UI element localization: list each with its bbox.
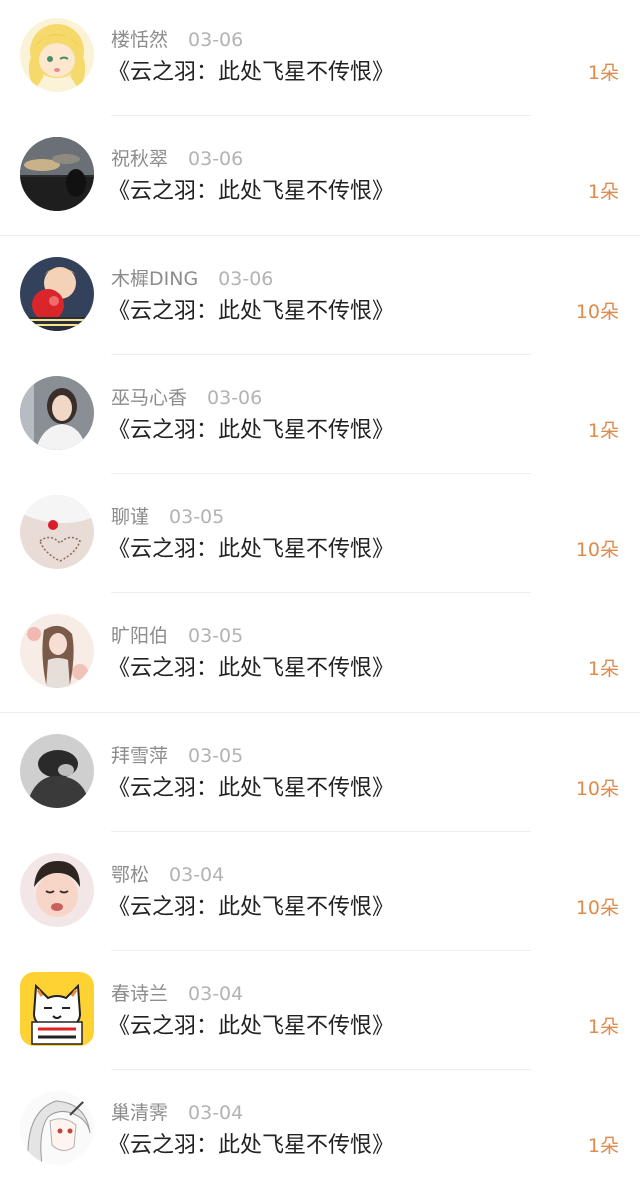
username[interactable]: 楼恬然 xyxy=(111,29,168,51)
username[interactable]: 巫马心香 xyxy=(111,387,187,409)
book-title: 《云之羽：此处飞星不传恨》 xyxy=(108,418,395,443)
divider xyxy=(111,354,531,355)
divider xyxy=(111,592,531,593)
date: 03-05 xyxy=(188,625,244,647)
item-meta: 旷阳伯 03-05 xyxy=(111,623,243,649)
book-title: 《云之羽：此处飞星不传恨》 xyxy=(108,1014,395,1039)
list-item[interactable]: 聊谨 03-05 《云之羽：此处飞星不传恨》 10朵 xyxy=(0,477,640,596)
list-item[interactable]: 拜雪萍 03-05 《云之羽：此处飞星不传恨》 10朵 xyxy=(0,716,640,835)
cat-sticker-avatar[interactable] xyxy=(20,972,94,1046)
anime-girl-avatar[interactable] xyxy=(20,18,94,92)
divider xyxy=(111,950,531,951)
book-title: 《云之羽：此处飞星不传恨》 xyxy=(108,179,395,204)
username[interactable]: 聊谨 xyxy=(111,506,149,528)
date: 03-04 xyxy=(188,983,244,1005)
divider xyxy=(111,473,531,474)
book-title: 《云之羽：此处飞星不传恨》 xyxy=(108,537,395,562)
book-title: 《云之羽：此处飞星不传恨》 xyxy=(108,60,395,85)
item-meta: 祝秋翠 03-06 xyxy=(111,146,243,172)
illustrated-girl-avatar[interactable] xyxy=(20,614,94,688)
date: 03-04 xyxy=(169,864,225,886)
sunset-landscape-avatar[interactable] xyxy=(20,137,94,211)
date: 03-06 xyxy=(188,29,244,51)
divider xyxy=(111,831,531,832)
item-meta: 聊谨 03-05 xyxy=(111,504,224,530)
gift-list: 楼恬然 03-06 《云之羽：此处飞星不传恨》 1朵 祝秋翠 03-06 《云之羽：… xyxy=(0,0,640,1188)
gift-amount: 1朵 xyxy=(587,1135,619,1157)
date: 03-06 xyxy=(188,148,244,170)
divider xyxy=(0,712,640,713)
crying-child-avatar[interactable] xyxy=(20,853,94,927)
date: 03-05 xyxy=(188,745,244,767)
item-meta: 巢清霁 03-04 xyxy=(111,1100,243,1126)
gift-amount: 10朵 xyxy=(575,897,619,919)
date: 03-06 xyxy=(218,268,274,290)
gift-amount: 1朵 xyxy=(587,181,619,203)
list-item[interactable]: 鄂松 03-04 《云之羽：此处飞星不传恨》 10朵 xyxy=(0,835,640,954)
book-title: 《云之羽：此处飞星不传恨》 xyxy=(108,299,395,324)
grayscale-photo-avatar[interactable] xyxy=(20,734,94,808)
book-title: 《云之羽：此处飞星不传恨》 xyxy=(108,895,395,920)
list-item[interactable]: 祝秋翠 03-06 《云之羽：此处飞星不传恨》 1朵 xyxy=(0,119,640,238)
item-meta: 巫马心香 03-06 xyxy=(111,385,262,411)
book-title: 《云之羽：此处飞星不传恨》 xyxy=(108,656,395,681)
date: 03-05 xyxy=(169,506,225,528)
divider xyxy=(111,115,531,116)
item-meta: 木樨DING 03-06 xyxy=(111,266,273,292)
item-meta: 楼恬然 03-06 xyxy=(111,27,243,53)
username[interactable]: 旷阳伯 xyxy=(111,625,168,647)
baby-photo-avatar[interactable] xyxy=(20,257,94,331)
item-meta: 春诗兰 03-04 xyxy=(111,981,243,1007)
gift-amount: 1朵 xyxy=(587,1016,619,1038)
gift-amount: 1朵 xyxy=(587,420,619,442)
date: 03-04 xyxy=(188,1102,244,1124)
username[interactable]: 春诗兰 xyxy=(111,983,168,1005)
book-title: 《云之羽：此处飞星不传恨》 xyxy=(108,1133,395,1158)
item-meta: 鄂松 03-04 xyxy=(111,862,224,888)
book-title: 《云之羽：此处飞星不传恨》 xyxy=(108,776,395,801)
list-item[interactable]: 巫马心香 03-06 《云之羽：此处飞星不传恨》 1朵 xyxy=(0,358,640,477)
list-item[interactable]: 木樨DING 03-06 《云之羽：此处飞星不传恨》 10朵 xyxy=(0,239,640,358)
gift-amount: 10朵 xyxy=(575,778,619,800)
item-meta: 拜雪萍 03-05 xyxy=(111,743,243,769)
username[interactable]: 鄂松 xyxy=(111,864,149,886)
username[interactable]: 巢清霁 xyxy=(111,1102,168,1124)
gift-amount: 10朵 xyxy=(575,539,619,561)
gift-amount: 1朵 xyxy=(587,62,619,84)
list-item[interactable]: 春诗兰 03-04 《云之羽：此处飞星不传恨》 1朵 xyxy=(0,954,640,1073)
list-item[interactable]: 巢清霁 03-04 《云之羽：此处飞星不传恨》 1朵 xyxy=(0,1073,640,1192)
divider xyxy=(111,1069,531,1070)
username[interactable]: 祝秋翠 xyxy=(111,148,168,170)
beach-heart-avatar[interactable] xyxy=(20,495,94,569)
username[interactable]: 拜雪萍 xyxy=(111,745,168,767)
list-item[interactable]: 楼恬然 03-06 《云之羽：此处飞星不传恨》 1朵 xyxy=(0,0,640,119)
divider xyxy=(0,235,640,236)
username[interactable]: 木樨DING xyxy=(111,268,198,290)
list-item[interactable]: 旷阳伯 03-05 《云之羽：此处飞星不传恨》 1朵 xyxy=(0,596,640,715)
girl-photo-avatar[interactable] xyxy=(20,376,94,450)
gift-amount: 10朵 xyxy=(575,301,619,323)
gift-amount: 1朵 xyxy=(587,658,619,680)
date: 03-06 xyxy=(207,387,263,409)
anime-character-avatar[interactable] xyxy=(20,1091,94,1165)
